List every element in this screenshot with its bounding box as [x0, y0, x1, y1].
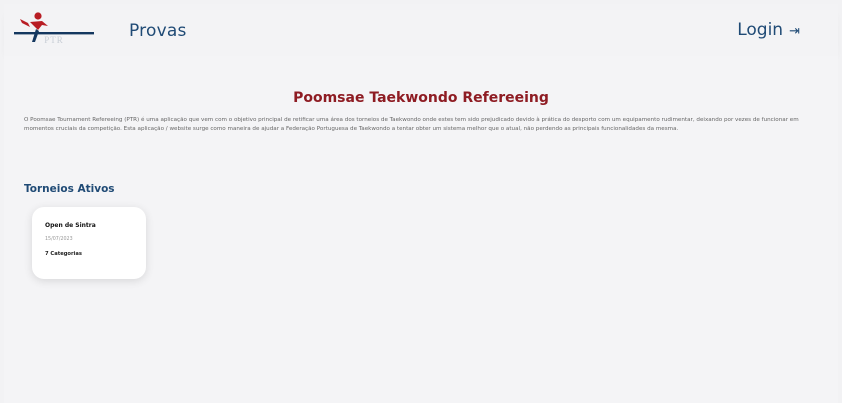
intro-paragraph: O Poomsae Tournament Refereeing (PTR) é …	[24, 117, 799, 132]
tournament-categories: 7 Categorias	[45, 251, 82, 257]
tournament-card[interactable]: Open de Sintra 15/07/2023 7 Categorias	[32, 207, 146, 279]
ptr-logo[interactable]: PTR	[12, 10, 96, 50]
page-title: Poomsae Taekwondo Refereeing	[293, 90, 549, 106]
app-frame: PTR Provas Login ⇥ Poomsae Taekwondo Ref…	[0, 0, 842, 403]
login-button[interactable]: Login ⇥	[737, 20, 800, 40]
tournament-name: Open de Sintra	[45, 222, 96, 229]
tournament-date: 15/07/2023	[45, 237, 73, 242]
top-navbar: PTR Provas Login ⇥	[4, 4, 838, 56]
login-arrow-icon: ⇥	[789, 23, 800, 39]
active-tournaments-heading: Torneios Ativos	[24, 183, 115, 195]
login-label: Login	[737, 20, 784, 40]
nav-provas-link[interactable]: Provas	[129, 21, 187, 41]
svg-text:PTR: PTR	[44, 35, 64, 45]
main-content: Poomsae Taekwondo Refereeing O Poomsae T…	[4, 56, 838, 403]
